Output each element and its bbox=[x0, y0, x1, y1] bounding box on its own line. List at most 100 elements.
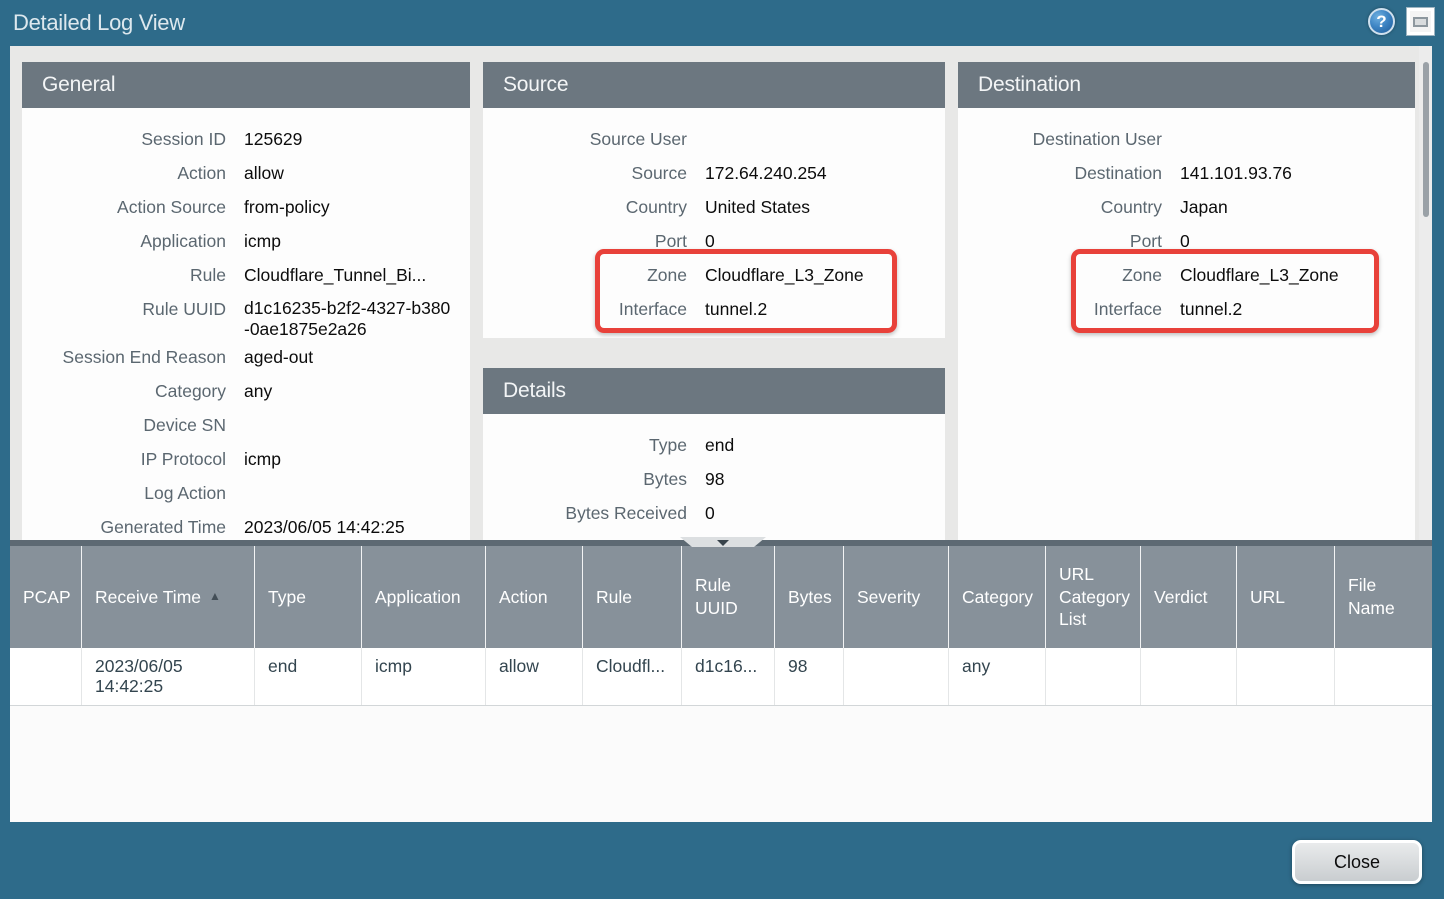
column-header-verdict[interactable]: Verdict bbox=[1141, 546, 1237, 648]
field-label: Generated Time bbox=[22, 510, 226, 540]
field-label: Bytes bbox=[483, 462, 687, 496]
column-header-pcap[interactable]: PCAP bbox=[10, 546, 82, 648]
field-value: Cloudflare_L3_Zone bbox=[687, 258, 945, 292]
field-label: Zone bbox=[958, 258, 1162, 292]
field-row: Device SN bbox=[22, 408, 470, 442]
field-row: Interfacetunnel.2 bbox=[958, 292, 1415, 326]
field-label: Session ID bbox=[22, 122, 226, 156]
field-row: Destination User bbox=[958, 122, 1415, 156]
table-cell: Cloudfl... bbox=[583, 648, 682, 705]
field-value: Cloudflare_Tunnel_Bi... bbox=[226, 258, 470, 292]
table-cell: end bbox=[255, 648, 362, 705]
table-cell: allow bbox=[486, 648, 583, 705]
field-value: 0 bbox=[1162, 224, 1415, 258]
close-button[interactable]: Close bbox=[1292, 840, 1422, 884]
field-value: any bbox=[226, 374, 470, 408]
field-value: 98 bbox=[687, 462, 945, 496]
field-label: Interface bbox=[483, 292, 687, 326]
table-cell: icmp bbox=[362, 648, 486, 705]
panel-general: General Session ID125629ActionallowActio… bbox=[22, 62, 470, 540]
field-value: 172.64.240.254 bbox=[687, 156, 945, 190]
help-icon[interactable]: ? bbox=[1368, 8, 1395, 35]
field-value: icmp bbox=[226, 224, 470, 258]
table-cell bbox=[1046, 648, 1141, 705]
log-table-region: PCAPReceive Time▲TypeApplicationActionRu… bbox=[10, 540, 1432, 822]
column-header-application[interactable]: Application bbox=[362, 546, 486, 648]
field-label: Rule UUID bbox=[22, 292, 226, 326]
splitter-handle[interactable] bbox=[680, 537, 766, 547]
column-header-url[interactable]: URL bbox=[1237, 546, 1335, 648]
field-label: Destination bbox=[958, 156, 1162, 190]
field-label: Port bbox=[958, 224, 1162, 258]
column-header-bytes[interactable]: Bytes bbox=[775, 546, 844, 648]
column-header-receive-time[interactable]: Receive Time▲ bbox=[82, 546, 255, 648]
table-cell: 2023/06/05 14:42:25 bbox=[82, 648, 255, 705]
field-label: IP Protocol bbox=[22, 442, 226, 476]
field-value: icmp bbox=[226, 442, 470, 476]
page-title: Detailed Log View bbox=[13, 10, 185, 36]
field-label: Action bbox=[22, 156, 226, 190]
field-label: Log Action bbox=[22, 476, 226, 510]
field-row: CountryUnited States bbox=[483, 190, 945, 224]
titlebar-icons: ? bbox=[1368, 8, 1434, 35]
panel-source-body: Source UserSource172.64.240.254CountryUn… bbox=[483, 108, 945, 326]
column-header-file-name[interactable]: File Name bbox=[1335, 546, 1432, 648]
table-cell bbox=[1141, 648, 1237, 705]
field-value: end bbox=[687, 428, 945, 462]
vertical-scrollbar-thumb[interactable] bbox=[1423, 62, 1429, 217]
field-row: RuleCloudflare_Tunnel_Bi... bbox=[22, 258, 470, 292]
field-row: Interfacetunnel.2 bbox=[483, 292, 945, 326]
window-restore-icon-inner bbox=[1413, 17, 1428, 27]
column-header-category[interactable]: Category bbox=[949, 546, 1046, 648]
table-cell bbox=[1237, 648, 1335, 705]
field-label: Source User bbox=[483, 122, 687, 156]
field-label: Bytes Received bbox=[483, 496, 687, 530]
field-value: aged-out bbox=[226, 340, 470, 374]
field-value: allow bbox=[226, 156, 470, 190]
field-row: ZoneCloudflare_L3_Zone bbox=[483, 258, 945, 292]
field-row: Actionallow bbox=[22, 156, 470, 190]
window-restore-icon[interactable] bbox=[1407, 8, 1434, 35]
column-header-action[interactable]: Action bbox=[486, 546, 583, 648]
dialog-titlebar: Detailed Log View ? bbox=[0, 0, 1444, 46]
field-label: Application bbox=[22, 224, 226, 258]
table-cell bbox=[844, 648, 949, 705]
field-row: Rule UUIDd1c16235-b2f2-4327-b380-0ae1875… bbox=[22, 292, 470, 340]
field-value: Japan bbox=[1162, 190, 1415, 224]
table-cell: 98 bbox=[775, 648, 844, 705]
field-value: tunnel.2 bbox=[1162, 292, 1415, 326]
chevron-down-icon bbox=[717, 540, 729, 546]
panel-details: Details TypeendBytes98Bytes Received0 bbox=[483, 368, 945, 540]
field-value: from-policy bbox=[226, 190, 470, 224]
panel-details-body: TypeendBytes98Bytes Received0 bbox=[483, 414, 945, 530]
dialog-footer: Close bbox=[0, 822, 1444, 899]
field-value: 141.101.93.76 bbox=[1162, 156, 1415, 190]
table-row[interactable]: 2023/06/05 14:42:25endicmpallowCloudfl..… bbox=[10, 648, 1432, 706]
column-header-type[interactable]: Type bbox=[255, 546, 362, 648]
field-row: IP Protocolicmp bbox=[22, 442, 470, 476]
field-row: ZoneCloudflare_L3_Zone bbox=[958, 258, 1415, 292]
panel-destination-body: Destination UserDestination141.101.93.76… bbox=[958, 108, 1415, 326]
panel-destination: Destination Destination UserDestination1… bbox=[958, 62, 1415, 540]
field-label: Action Source bbox=[22, 190, 226, 224]
field-row: CountryJapan bbox=[958, 190, 1415, 224]
column-header-severity[interactable]: Severity bbox=[844, 546, 949, 648]
sort-ascending-icon: ▲ bbox=[209, 589, 221, 605]
field-row: Session End Reasonaged-out bbox=[22, 340, 470, 374]
table-cell: any bbox=[949, 648, 1046, 705]
column-header-rule-uuid[interactable]: Rule UUID bbox=[682, 546, 775, 648]
field-label: Rule bbox=[22, 258, 226, 292]
field-value: 0 bbox=[687, 496, 945, 530]
field-row: Applicationicmp bbox=[22, 224, 470, 258]
field-row: Port0 bbox=[483, 224, 945, 258]
column-header-url-category-list[interactable]: URL Category List bbox=[1046, 546, 1141, 648]
table-cell: d1c16... bbox=[682, 648, 775, 705]
field-row: Source User bbox=[483, 122, 945, 156]
field-row: Bytes98 bbox=[483, 462, 945, 496]
field-row: Port0 bbox=[958, 224, 1415, 258]
field-row: Generated Time2023/06/05 14:42:25 bbox=[22, 510, 470, 540]
panel-source-title: Source bbox=[483, 62, 945, 108]
field-row: Log Action bbox=[22, 476, 470, 510]
column-header-rule[interactable]: Rule bbox=[583, 546, 682, 648]
field-value: d1c16235-b2f2-4327-b380-0ae1875e2a26 bbox=[226, 292, 470, 340]
